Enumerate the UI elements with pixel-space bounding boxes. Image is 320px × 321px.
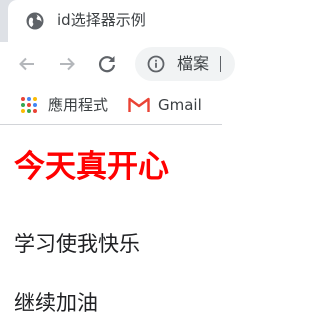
apps-grid-icon[interactable] <box>20 96 38 114</box>
tab-active[interactable]: id选择器示例 <box>8 0 222 42</box>
paragraph-1: 学习使我快乐 <box>14 232 140 256</box>
forward-arrow-icon[interactable] <box>55 52 79 76</box>
bookmarks-bar: 應用程式 Gmail <box>0 86 222 125</box>
bookmark-apps-label[interactable]: 應用程式 <box>48 94 108 116</box>
address-chip: 檔案 <box>177 54 210 73</box>
bookmark-gmail-label[interactable]: Gmail <box>158 94 202 116</box>
tab-title: id选择器示例 <box>57 11 146 29</box>
browser-toolbar: 檔案 <box>0 42 235 86</box>
tab-strip: id选择器示例 <box>0 0 222 42</box>
address-divider <box>220 56 221 72</box>
info-icon[interactable] <box>147 55 165 73</box>
address-bar[interactable]: 檔案 <box>135 47 235 81</box>
page-heading: 今天真开心 <box>14 149 169 185</box>
reload-icon[interactable] <box>95 52 119 76</box>
back-arrow-icon[interactable] <box>15 52 39 76</box>
page-content: 今天真开心 学习使我快乐 继续加油 <box>0 125 222 321</box>
globe-icon <box>26 12 44 30</box>
paragraph-2: 继续加油 <box>14 291 98 315</box>
gmail-icon[interactable] <box>128 96 150 114</box>
